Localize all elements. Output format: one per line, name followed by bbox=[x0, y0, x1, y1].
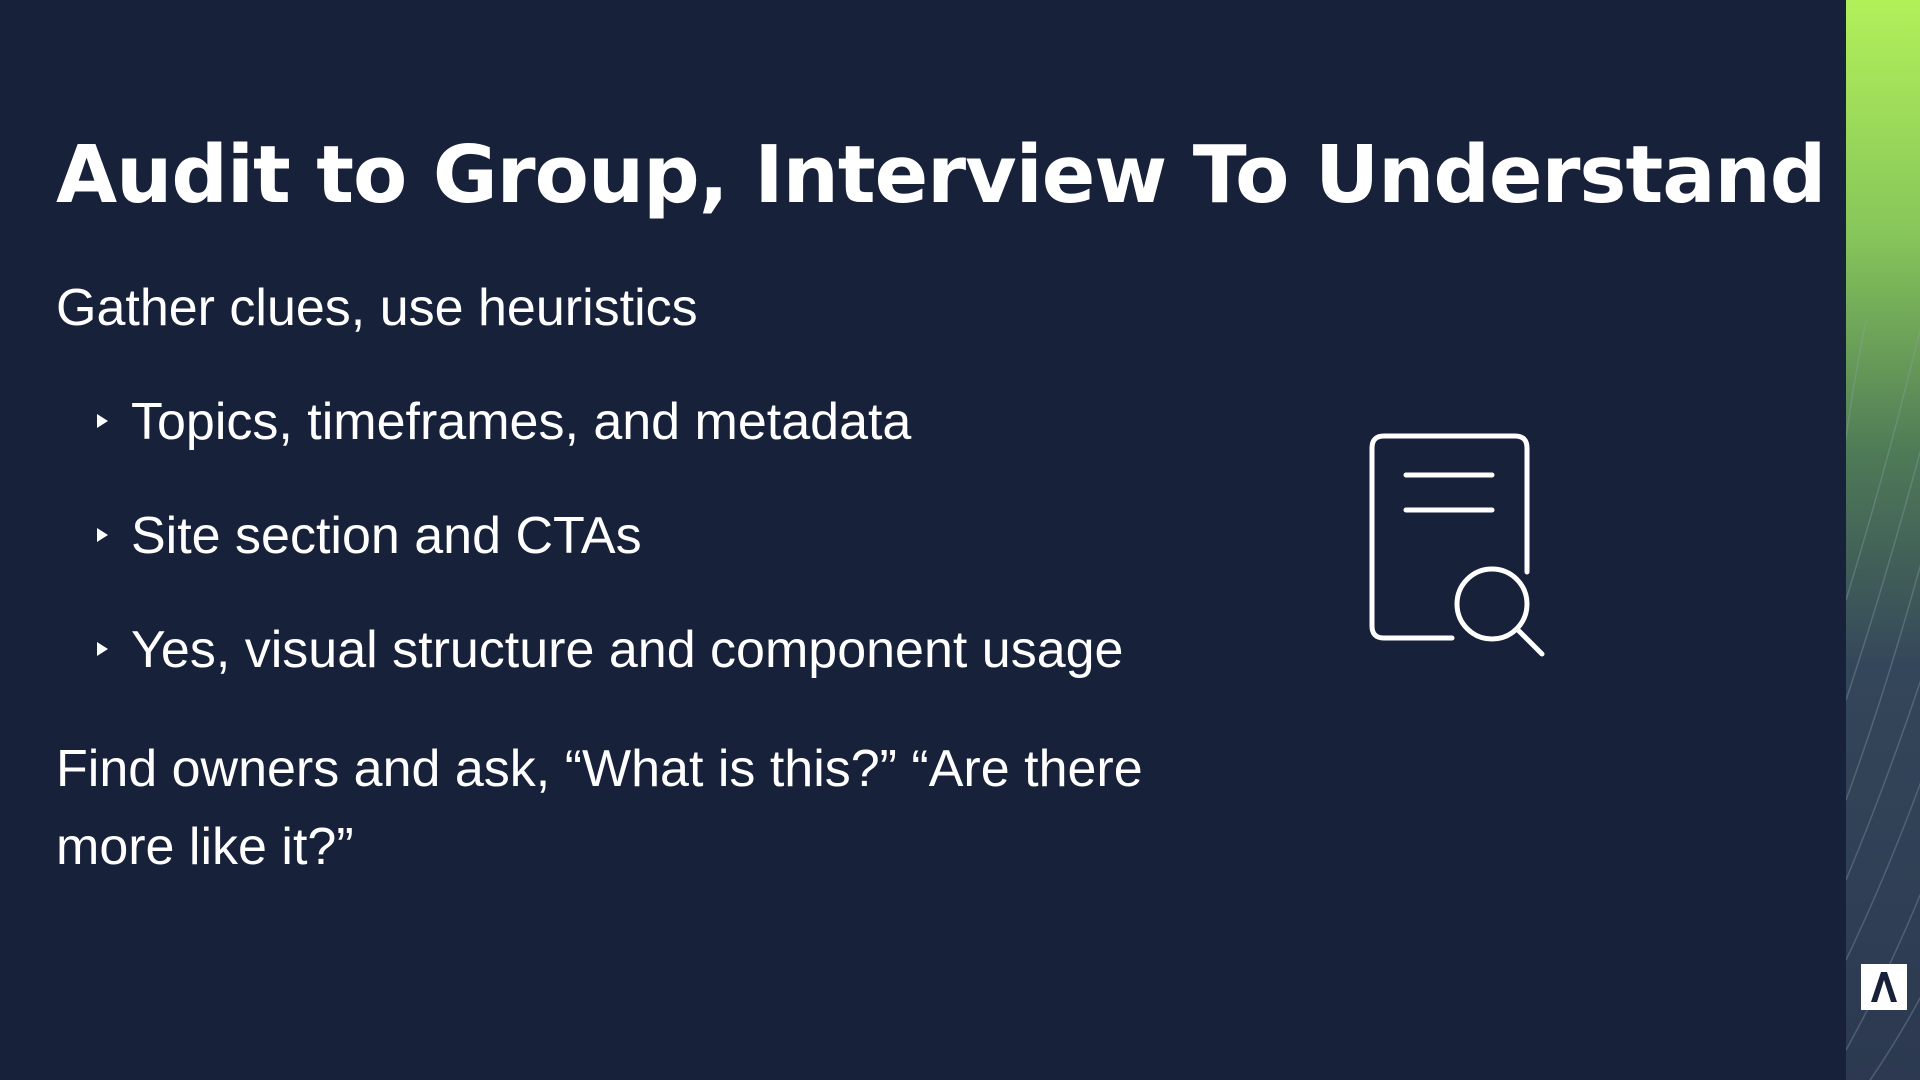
triangle-bullet-icon bbox=[97, 414, 108, 428]
slide: Audit to Group, Interview To Understand … bbox=[0, 0, 1920, 1080]
bullet-text: Topics, timeframes, and metadata bbox=[131, 393, 912, 451]
bullet-text: Yes, visual structure and component usag… bbox=[131, 621, 1124, 679]
triangle-bullet-icon bbox=[97, 528, 108, 542]
lead-text: Gather clues, use heuristics bbox=[56, 279, 698, 337]
document-search-icon bbox=[1369, 433, 1545, 657]
bullet-text: Site section and CTAs bbox=[131, 507, 642, 565]
slide-title: Audit to Group, Interview To Understand bbox=[56, 129, 1826, 221]
bullet-item: Yes, visual structure and component usag… bbox=[56, 618, 1123, 732]
brand-logo-icon bbox=[1861, 964, 1907, 1010]
closing-text: Find owners and ask, “What is this?” “Ar… bbox=[56, 740, 1143, 876]
triangle-bullet-icon bbox=[97, 642, 108, 656]
bullet-list: Topics, timeframes, and metadata Site se… bbox=[56, 390, 1123, 732]
accent-bar bbox=[1846, 0, 1920, 1080]
bullet-item: Topics, timeframes, and metadata bbox=[56, 390, 1123, 504]
bullet-item: Site section and CTAs bbox=[56, 504, 1123, 618]
